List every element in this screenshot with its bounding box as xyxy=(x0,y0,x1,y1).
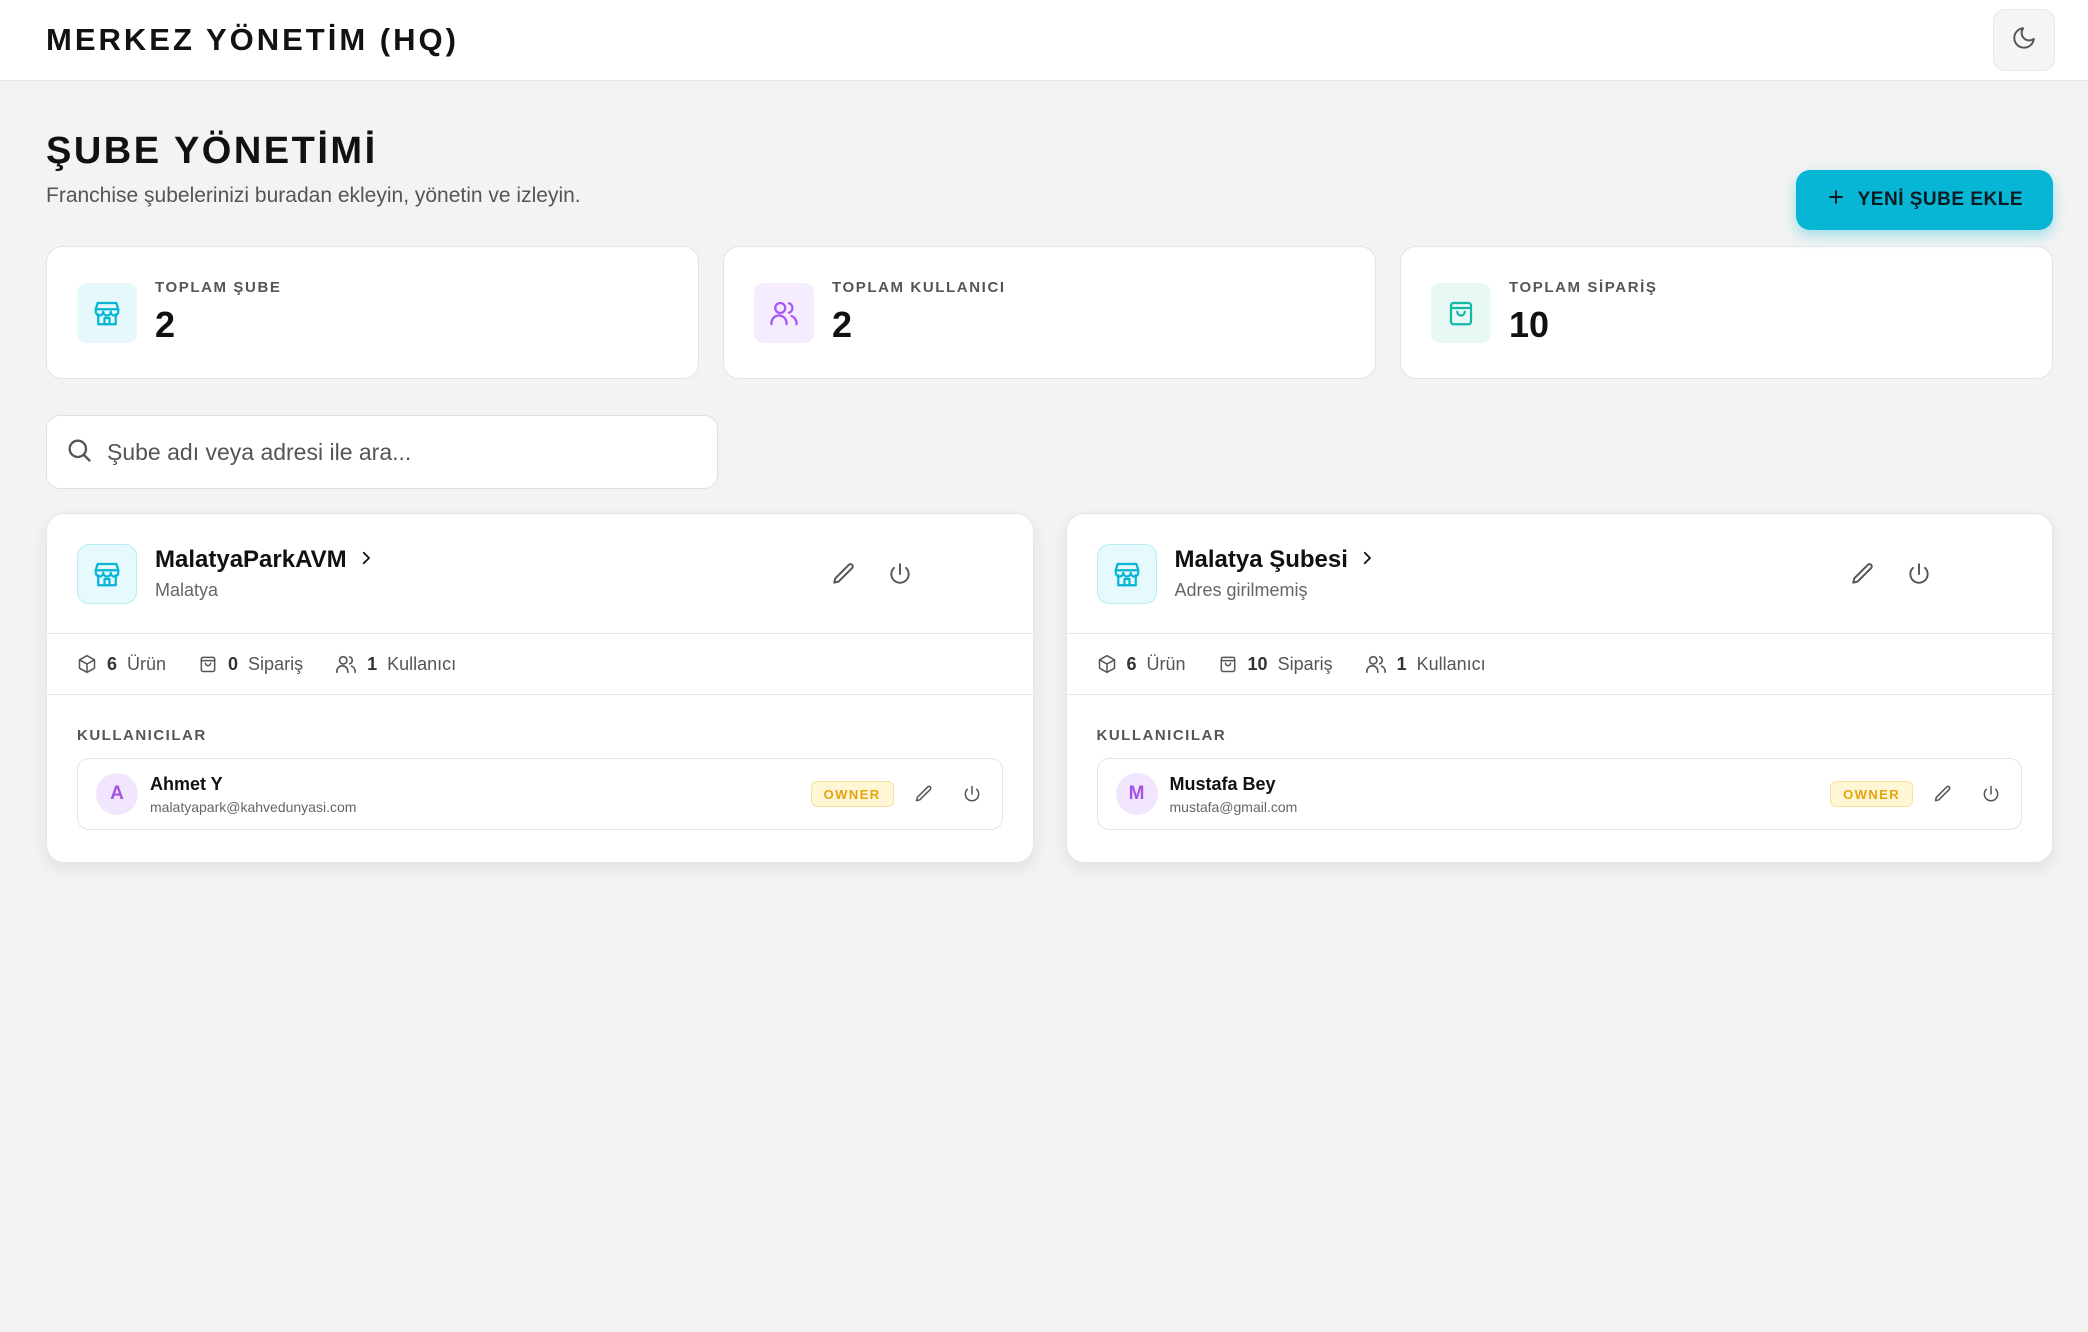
branch-list: MalatyaParkAVM Malatya 6 Ürün 0 Sipariş … xyxy=(46,513,2053,863)
stat-card-orders: TOPLAM SİPARİŞ 10 xyxy=(1400,246,2053,379)
search-icon xyxy=(65,436,93,469)
user-row: M Mustafa Bey mustafa@gmail.com OWNER xyxy=(1096,758,2022,830)
branch-header: Malatya Şubesi Adres girilmemiş xyxy=(1066,514,2052,634)
branch-product-count: 6 Ürün xyxy=(1097,654,1186,675)
add-branch-button[interactable]: YENİ ŞUBE EKLE xyxy=(1795,170,2053,230)
package-icon xyxy=(78,654,96,674)
branch-card: MalatyaParkAVM Malatya 6 Ürün 0 Sipariş … xyxy=(46,513,1034,863)
branch-address: Adres girilmemiş xyxy=(1174,580,1308,600)
shopping-bag-icon xyxy=(200,656,216,673)
page-title: ŞUBE YÖNETİMİ xyxy=(46,130,378,172)
avatar: M xyxy=(1115,773,1158,815)
top-bar: MERKEZ YÖNETİM (HQ) xyxy=(0,0,2088,81)
branch-address: Malatya xyxy=(155,580,219,600)
chevron-right-icon xyxy=(1358,549,1376,572)
avatar: A xyxy=(96,773,138,815)
main-content: ŞUBE YÖNETİMİ Franchise şubelerinizi bur… xyxy=(0,81,2088,863)
search-input[interactable] xyxy=(107,438,699,466)
power-icon xyxy=(889,562,910,584)
app-title: MERKEZ YÖNETİM (HQ) xyxy=(46,22,459,57)
branch-name: MalatyaParkAVM xyxy=(155,546,347,573)
branch-users-section: KULLANICILAR M Mustafa Bey mustafa@gmail… xyxy=(1067,695,2053,830)
page-header: ŞUBE YÖNETİMİ Franchise şubelerinizi bur… xyxy=(46,81,2053,230)
power-icon xyxy=(964,785,979,802)
user-email: malatyapark@kahvedunyasi.com xyxy=(150,798,357,815)
pencil-icon xyxy=(1934,785,1951,802)
power-icon xyxy=(1909,562,1929,584)
moon-icon xyxy=(2011,25,2037,56)
pencil-icon xyxy=(1852,562,1873,584)
branch-product-count: 6 Ürün xyxy=(77,654,166,675)
theme-toggle-button[interactable] xyxy=(1993,9,2055,71)
chevron-right-icon xyxy=(357,549,375,572)
branch-header: MalatyaParkAVM Malatya xyxy=(47,514,1033,634)
branch-stats: 6 Ürün 0 Sipariş 1 Kullanıcı xyxy=(47,634,1033,695)
stat-card-users: TOPLAM KULLANICI 2 xyxy=(723,246,1376,379)
stat-value: 10 xyxy=(1509,304,1550,345)
toggle-branch-power-button[interactable] xyxy=(1906,561,1932,587)
users-icon xyxy=(754,282,814,343)
stat-label: TOPLAM ŞUBE xyxy=(155,279,282,296)
store-icon xyxy=(77,282,137,343)
toggle-user-power-button[interactable] xyxy=(1981,784,2001,804)
page-subtitle: Franchise şubelerinizi buradan ekleyin, … xyxy=(46,184,581,207)
add-branch-label: YENİ ŞUBE EKLE xyxy=(1857,189,2023,210)
power-icon xyxy=(1983,785,1999,802)
stat-value: 2 xyxy=(832,304,853,345)
branch-name-link[interactable]: Malatya Şubesi xyxy=(1175,546,1851,574)
package-icon xyxy=(1098,654,1115,674)
branch-card: Malatya Şubesi Adres girilmemiş 6 Ürün 1… xyxy=(1065,513,2053,863)
store-icon xyxy=(77,543,137,604)
branch-user-count: 1 Kullanıcı xyxy=(335,653,456,675)
users-section-label: KULLANICILAR xyxy=(1096,727,1227,744)
edit-branch-button[interactable] xyxy=(831,561,857,587)
users-section-label: KULLANICILAR xyxy=(77,727,207,744)
stat-card-branches: TOPLAM ŞUBE 2 xyxy=(46,246,699,379)
edit-branch-button[interactable] xyxy=(1850,561,1876,587)
edit-user-button[interactable] xyxy=(914,784,934,804)
store-icon xyxy=(1096,543,1157,604)
toggle-branch-power-button[interactable] xyxy=(887,561,913,587)
branch-order-count: 10 Sipariş xyxy=(1218,654,1333,675)
pencil-icon xyxy=(915,785,931,802)
plus-icon xyxy=(1826,187,1846,213)
stat-label: TOPLAM KULLANICI xyxy=(832,279,1006,296)
user-email: mustafa@gmail.com xyxy=(1169,798,1298,815)
role-badge: OWNER xyxy=(810,781,894,807)
branch-order-count: 0 Sipariş xyxy=(198,654,303,675)
toggle-user-power-button[interactable] xyxy=(962,784,982,804)
users-icon xyxy=(336,655,357,674)
search-box xyxy=(46,415,718,489)
stat-value: 2 xyxy=(155,304,176,345)
stats-row: TOPLAM ŞUBE 2 TOPLAM KULLANICI 2 TOPLAM … xyxy=(46,246,2053,379)
users-icon xyxy=(1365,655,1386,674)
user-row: A Ahmet Y malatyapark@kahvedunyasi.com O… xyxy=(77,758,1003,830)
user-name: Mustafa Bey xyxy=(1169,773,1276,794)
branch-stats: 6 Ürün 10 Sipariş 1 Kullanıcı xyxy=(1066,634,2052,695)
shopping-bag-icon xyxy=(1431,282,1491,343)
branch-name-link[interactable]: MalatyaParkAVM xyxy=(155,546,831,574)
branch-name: Malatya Şubesi xyxy=(1174,546,1348,573)
edit-user-button[interactable] xyxy=(1933,784,1953,804)
pencil-icon xyxy=(832,562,854,584)
branch-users-section: KULLANICILAR A Ahmet Y malatyapark@kahve… xyxy=(47,695,1033,830)
stat-label: TOPLAM SİPARİŞ xyxy=(1509,279,1658,296)
user-name: Ahmet Y xyxy=(150,773,223,794)
shopping-bag-icon xyxy=(1220,656,1235,673)
role-badge: OWNER xyxy=(1830,781,1913,807)
branch-user-count: 1 Kullanıcı xyxy=(1365,653,1486,675)
